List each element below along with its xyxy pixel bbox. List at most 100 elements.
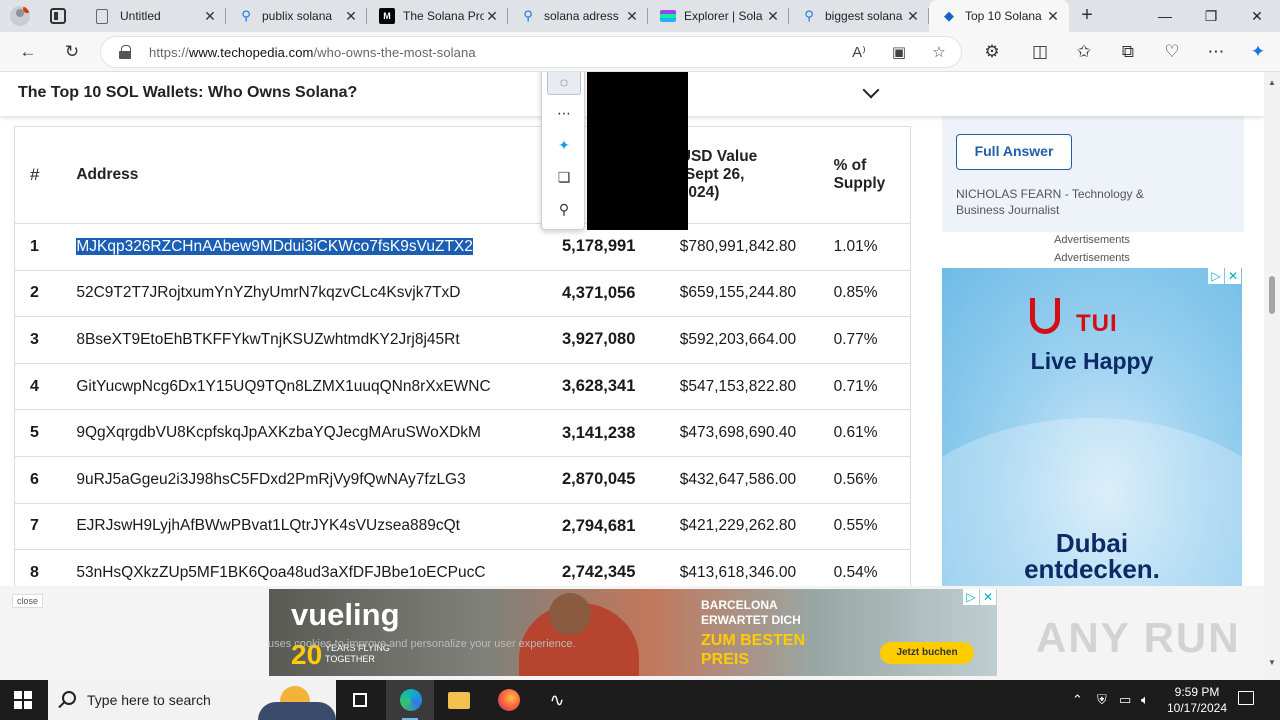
page-scrollbar[interactable]: ▲ ▼ — [1264, 72, 1280, 680]
more-options-icon[interactable]: ⋯ — [547, 99, 581, 127]
table-row: 7 EJRJswH9LyjhAfBWwPBvat1LQtrJYK4sVUzsea… — [14, 503, 911, 551]
close-tab-icon[interactable]: ✕ — [624, 8, 640, 25]
address-cell[interactable]: GitYucwpNcg6Dx1Y15UQ9TQn8LZMX1uuqQNn8rXx… — [76, 363, 562, 411]
taskbar-app[interactable]: ∿ — [532, 680, 580, 720]
scroll-up-icon[interactable]: ▲ — [1268, 78, 1276, 87]
rank-cell: 3 — [14, 316, 77, 364]
rank-cell: 2 — [14, 270, 77, 318]
close-tab-icon[interactable]: ✕ — [484, 8, 500, 25]
restore-button[interactable]: ❐ — [1188, 0, 1234, 32]
refresh-button[interactable]: ↻ — [60, 40, 84, 64]
address-cell[interactable]: 8BseXT9EtoEhBTKFFYkwTnjKSUZwhtmdKY2Jrj8j… — [76, 316, 562, 364]
copilot-icon[interactable]: ✦ — [1246, 40, 1270, 64]
lock-icon[interactable] — [119, 45, 131, 59]
taskbar-search[interactable]: Type here to search — [48, 680, 336, 720]
close-tab-icon[interactable]: ✕ — [202, 8, 218, 25]
supply-header-line: % of — [833, 157, 867, 174]
tui-advertisement[interactable]: ▷ ✕ TUI Live Happy Dubai entdecken. — [942, 268, 1242, 586]
supply-cell: 0.71% — [833, 363, 911, 411]
minimize-button[interactable]: — — [1142, 0, 1188, 32]
close-tab-icon[interactable]: ✕ — [343, 8, 359, 25]
copy-icon[interactable]: ❏ — [547, 163, 581, 191]
tab-solana-pro[interactable]: M The Solana Pro ✕ — [367, 0, 508, 32]
hide-menu-eye-icon[interactable]: ◌ — [547, 72, 581, 95]
favorite-star-icon[interactable]: ☆ — [929, 43, 949, 63]
close-window-button[interactable]: ✕ — [1234, 0, 1280, 32]
ad-label: Advertisements — [1054, 252, 1130, 264]
tab-explorer[interactable]: Explorer | Sola ✕ — [648, 0, 789, 32]
app-available-icon[interactable]: ▣ — [889, 43, 909, 63]
address-cell[interactable]: 9QgXqrgdbVU8KcpfskqJpAXKzbaYQJecgMAruSWo… — [76, 409, 562, 457]
taskbar-firefox[interactable] — [484, 680, 532, 720]
usd-cell: $473,698,690.40 — [679, 409, 834, 457]
close-ad-icon[interactable]: ✕ — [1225, 268, 1241, 284]
collections-icon[interactable]: ⧉ — [1116, 40, 1140, 64]
search-icon[interactable]: ⚲ — [547, 195, 581, 223]
usd-cell: $659,155,244.80 — [679, 270, 834, 318]
system-clock[interactable]: 9:59 PM 10/17/2024 — [1157, 684, 1237, 716]
task-view-button[interactable] — [336, 680, 384, 720]
address-cell[interactable]: 9uRJ5aGgeu2i3J98hsC5FDxd2PmRjVy9fQwNAy7f… — [76, 456, 562, 504]
scrollbar-thumb[interactable] — [1269, 276, 1275, 314]
volume-icon[interactable]: 🔈︎ — [1141, 692, 1149, 708]
address-cell[interactable]: EJRJswH9LyjhAfBWwPBvat1LQtrJYK4sVUzsea88… — [76, 503, 562, 551]
usd-cell: $780,991,842.80 — [679, 223, 834, 271]
tab-top10-solana[interactable]: ◆ Top 10 Solana ✕ — [929, 0, 1069, 32]
favorites-icon[interactable]: ✩ — [1072, 40, 1096, 64]
address-cell[interactable]: MJKqp326RZCHnAAbew9MDdui3iCKWco7fsK9sVuZ… — [76, 223, 562, 271]
back-button[interactable]: ← — [16, 40, 40, 64]
tab-untitled[interactable]: Untitled ✕ — [84, 0, 226, 32]
cookie-notice-text: uses cookies to improve and personalize … — [268, 638, 576, 650]
solana-wallet-table: # Address USD Value (Sept 26, 2024) % of… — [14, 126, 911, 597]
amount-cell: 5,178,991 — [561, 223, 680, 271]
full-answer-button[interactable]: Full Answer — [956, 134, 1072, 170]
techopedia-icon: ◆ — [944, 8, 954, 23]
read-aloud-icon[interactable]: A⁾ — [849, 43, 869, 63]
vueling-advertisement[interactable]: vueling 20 YEARS FLYING TOGETHER BARCELON… — [269, 589, 997, 676]
profile-avatar[interactable] — [10, 6, 30, 26]
close-ad-icon[interactable]: ✕ — [980, 589, 996, 605]
close-tab-icon[interactable]: ✕ — [905, 8, 921, 25]
browser-essentials-icon[interactable]: ♡ — [1160, 40, 1184, 64]
address-bar[interactable]: https://www.techopedia.com/who-owns-the-… — [100, 36, 962, 68]
task-view-icon — [353, 693, 367, 707]
scroll-down-icon[interactable]: ▼ — [1268, 658, 1276, 667]
clock-date: 10/17/2024 — [1166, 701, 1228, 715]
selection-mini-menu: ◌ ⋯ ✦ ❏ ⚲ — [541, 72, 585, 230]
settings-more-icon[interactable]: ⋯ — [1204, 40, 1228, 64]
clock-time: 9:59 PM — [1174, 685, 1220, 699]
network-icon[interactable]: ▭ — [1119, 692, 1131, 708]
selected-address-text[interactable]: MJKqp326RZCHnAAbew9MDdui3iCKWco7fsK9sVuZ… — [76, 237, 473, 255]
copilot-icon[interactable]: ✦ — [547, 131, 581, 159]
tab-label: Top 10 Solana — [965, 9, 1042, 23]
close-tab-icon[interactable]: ✕ — [765, 8, 781, 25]
url-text[interactable]: https://www.techopedia.com/who-owns-the-… — [149, 45, 476, 60]
vueling-logo: vueling — [291, 597, 400, 632]
usd-header-line: USD Value — [679, 148, 758, 165]
split-screen-icon[interactable]: ◫ — [1028, 40, 1052, 64]
close-ad-button[interactable]: close — [12, 594, 44, 608]
close-tab-icon[interactable]: ✕ — [1045, 8, 1061, 25]
tab-solana-adress[interactable]: ⚲ solana adress ✕ — [508, 0, 648, 32]
extensions-icon[interactable]: ⚙ — [980, 40, 1004, 64]
rank-cell: 1 — [14, 223, 77, 271]
security-tray-icon[interactable]: ⛨ — [1097, 692, 1107, 708]
taskbar-edge[interactable] — [386, 680, 434, 720]
supply-cell: 0.56% — [833, 456, 911, 504]
show-hidden-icons[interactable]: ⌃ — [1072, 692, 1083, 708]
start-button[interactable] — [14, 691, 32, 709]
folder-icon — [448, 692, 470, 709]
tab-biggest-solana[interactable]: ⚲ biggest solana ✕ — [789, 0, 929, 32]
taskbar-file-explorer[interactable] — [434, 680, 482, 720]
address-cell[interactable]: 52C9T2T7JRojtxumYnYZhyUmrN7kqzvCLc4Ksvjk… — [76, 270, 562, 318]
adchoices-icon[interactable]: ▷ — [1208, 268, 1224, 284]
notification-icon[interactable] — [1238, 691, 1254, 705]
redaction-block — [587, 72, 688, 230]
rank-cell: 5 — [14, 409, 77, 457]
book-now-button[interactable]: Jetzt buchen — [880, 642, 974, 664]
adchoices-icon[interactable]: ▷ — [963, 589, 979, 605]
new-tab-button[interactable]: + — [1075, 4, 1099, 28]
tab-publix-solana[interactable]: ⚲ publix solana ✕ — [226, 0, 367, 32]
tab-actions-icon[interactable] — [50, 8, 66, 24]
chevron-down-icon[interactable] — [862, 84, 880, 102]
